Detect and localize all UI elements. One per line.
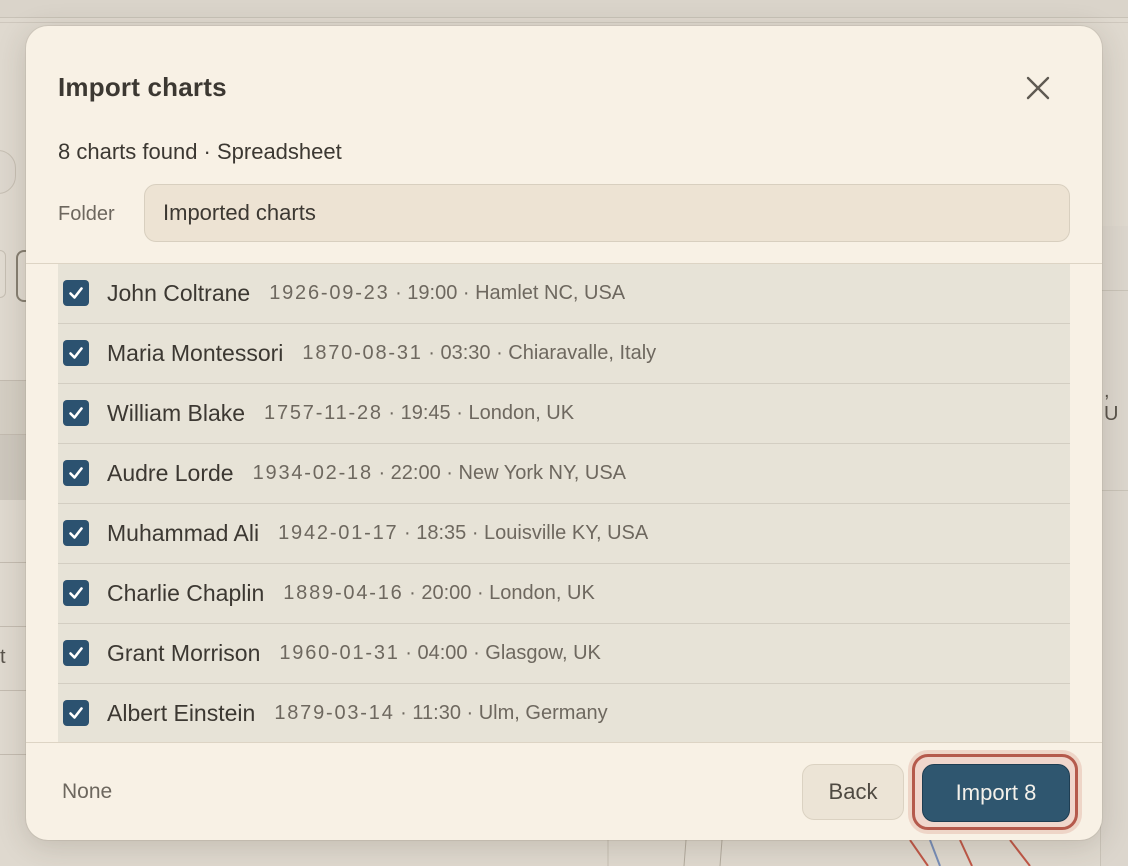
chart-birth-time-place: · 19:45 · London, UK [382,402,575,424]
chart-birth-time-place: · 22:00 · New York NY, USA [372,462,626,484]
chart-row[interactable]: Grant Morrison 1960-01-31 · 04:00 · Glasg… [58,624,1070,684]
chart-row[interactable]: Albert Einstein 1879-03-14 · 11:30 · Ulm,… [58,684,1070,742]
chart-row[interactable]: Audre Lorde 1934-02-18 · 22:00 · New York… [58,444,1070,504]
chart-row[interactable]: Maria Montessori 1870-08-31 · 03:30 · Chi… [58,324,1070,384]
chart-birth-details: 1942-01-17 · 18:35 · Louisville KY, USA [278,522,648,545]
checkmark-icon [69,286,83,299]
chart-birth-date: 1934-02-18 [252,462,373,484]
chart-name: William Blake [107,400,246,426]
chart-birth-date: 1960-01-31 [279,642,400,664]
chart-birth-details: 1960-01-31 · 04:00 · Glasgow, UK [279,642,601,665]
chart-birth-details: 1870-08-31 · 03:30 · Chiaravalle, Italy [302,342,656,365]
chart-name: Albert Einstein [107,700,256,726]
folder-input[interactable] [144,184,1070,242]
chart-checkbox[interactable] [63,279,89,306]
dialog-title: Import charts [58,72,227,102]
chart-birth-date: 1757-11-28 [264,402,383,424]
chart-name: Muhammad Ali [107,520,260,546]
chart-name: Audre Lorde [107,460,234,486]
chart-checkbox[interactable] [63,519,89,546]
chart-birth-details: 1926-09-23 · 19:00 · Hamlet NC, USA [269,282,625,305]
checkmark-icon [69,586,83,599]
chart-checkbox[interactable] [63,459,89,486]
checkmark-icon [69,646,83,659]
select-none-button[interactable]: None [62,780,112,804]
chart-birth-details: 1934-02-18 · 22:00 · New York NY, USA [253,462,626,485]
chart-birth-time-place: · 20:00 · London, UK [403,582,595,604]
chart-birth-date: 1942-01-17 [278,522,399,544]
chart-name: Charlie Chaplin [107,580,265,606]
chart-row[interactable]: John Coltrane 1926-09-23 · 19:00 · Hamlet… [58,264,1070,324]
chart-birth-details: 1889-04-16 · 20:00 · London, UK [283,582,595,605]
chart-birth-time-place: · 03:30 · Chiaravalle, Italy [422,342,657,364]
chart-checkbox[interactable] [63,639,89,666]
chart-name: Maria Montessori [107,340,284,366]
close-button[interactable] [1016,70,1060,106]
chart-row[interactable]: William Blake 1757-11-28 · 19:45 · London… [58,384,1070,444]
chart-birth-date: 1926-09-23 [269,282,390,304]
chart-list[interactable]: John Coltrane 1926-09-23 · 19:00 · Hamlet… [58,264,1070,742]
checkmark-icon [69,526,83,539]
chart-birth-date: 1889-04-16 [283,582,404,604]
chart-name: John Coltrane [107,280,251,306]
back-button[interactable]: Back [802,764,904,820]
chart-birth-time-place: · 04:00 · Glasgow, UK [399,642,601,664]
import-button[interactable]: Import 8 [922,764,1070,822]
checkmark-icon [69,406,83,419]
footer-divider [26,742,1102,743]
chart-checkbox[interactable] [63,699,89,726]
chart-checkbox[interactable] [63,579,89,606]
chart-birth-time-place: · 18:35 · Louisville KY, USA [398,522,649,544]
chart-birth-date: 1879-03-14 [274,702,395,724]
folder-label: Folder [58,203,115,225]
close-icon [1026,76,1050,100]
checkmark-icon [69,466,83,479]
chart-checkbox[interactable] [63,339,89,366]
chart-name: Grant Morrison [107,640,261,666]
import-charts-dialog: Import charts 8 charts found · Spreadshe… [26,26,1102,840]
chart-row[interactable]: Muhammad Ali 1942-01-17 · 18:35 · Louisvi… [58,504,1070,564]
chart-row[interactable]: Charlie Chaplin 1889-04-16 · 20:00 · Lond… [58,564,1070,624]
chart-birth-details: 1879-03-14 · 11:30 · Ulm, Germany [274,702,607,725]
chart-checkbox[interactable] [63,399,89,426]
chart-birth-date: 1870-08-31 [302,342,423,364]
chart-birth-time-place: · 11:30 · Ulm, Germany [394,702,608,724]
checkmark-icon [69,346,83,359]
chart-birth-details: 1757-11-28 · 19:45 · London, UK [264,402,574,425]
chart-birth-time-place: · 19:00 · Hamlet NC, USA [389,282,626,304]
checkmark-icon [69,706,83,719]
charts-found-summary: 8 charts found · Spreadsheet [58,139,342,164]
